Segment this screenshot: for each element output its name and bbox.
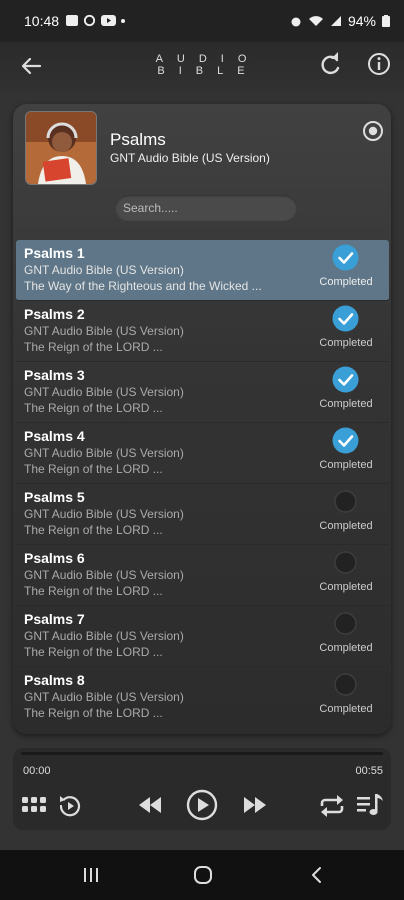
signal-icon	[330, 16, 341, 26]
chapter-description: The Reign of the LORD ...	[24, 645, 163, 659]
book-cover-image	[25, 111, 97, 185]
check-circle-icon[interactable]	[332, 305, 359, 332]
grid-menu-icon[interactable]	[20, 794, 48, 820]
chapter-status: Completed	[319, 398, 373, 410]
check-circle-icon[interactable]	[332, 427, 359, 454]
refresh-icon[interactable]	[316, 51, 344, 79]
dot-icon	[121, 18, 125, 23]
chapter-title: Psalms 3	[24, 367, 85, 383]
chapter-status: Completed	[319, 276, 373, 288]
replay-icon[interactable]	[56, 792, 84, 820]
progress-bar[interactable]	[21, 752, 383, 755]
current-time: 00:00	[23, 765, 51, 777]
chapter-status: Completed	[319, 642, 373, 654]
play-icon[interactable]	[185, 788, 219, 822]
chapter-version: GNT Audio Bible (US Version)	[24, 629, 184, 643]
back-arrow-icon[interactable]	[18, 52, 46, 80]
radio-target-icon[interactable]	[362, 120, 384, 142]
gallery-icon	[66, 15, 78, 26]
chapter-row[interactable]: Psalms 1 GNT Audio Bible (US Version) The …	[16, 240, 389, 301]
total-time: 00:55	[355, 765, 383, 777]
search-input[interactable]	[115, 195, 297, 221]
alarm-icon	[291, 17, 301, 27]
audio-player: 00:00 00:55	[13, 748, 391, 830]
battery-text: 94%	[347, 13, 376, 29]
chapter-version: GNT Audio Bible (US Version)	[24, 385, 184, 399]
fast-forward-icon[interactable]	[241, 793, 269, 817]
chapter-description: The Reign of the LORD ...	[24, 340, 163, 354]
book-title: Psalms	[110, 130, 166, 149]
chapter-version: GNT Audio Bible (US Version)	[24, 324, 184, 338]
chapter-status: Completed	[319, 520, 373, 532]
chapter-version: GNT Audio Bible (US Version)	[24, 690, 184, 704]
chapter-row[interactable]: Psalms 6 GNT Audio Bible (US Version) The …	[16, 545, 389, 606]
sync-icon	[83, 14, 96, 27]
chapter-status: Completed	[319, 581, 373, 593]
youtube-icon	[101, 15, 116, 26]
chapter-description: The Reign of the LORD ...	[24, 706, 163, 720]
chapter-version: GNT Audio Bible (US Version)	[24, 446, 184, 460]
chapter-card: Psalms GNT Audio Bible (US Version) Psal…	[13, 104, 391, 734]
chapter-description: The Reign of the LORD ...	[24, 462, 163, 476]
chapter-version: GNT Audio Bible (US Version)	[24, 507, 184, 521]
chapter-title: Psalms 6	[24, 550, 85, 566]
chapter-title: Psalms 5	[24, 489, 85, 505]
app-title: AUDIO BIBLE	[155, 53, 261, 77]
empty-circle-icon[interactable]	[332, 610, 359, 637]
chapter-status: Completed	[319, 703, 373, 715]
empty-circle-icon[interactable]	[332, 549, 359, 576]
chapter-description: The Reign of the LORD ...	[24, 584, 163, 598]
recent-apps-icon[interactable]	[79, 864, 103, 886]
battery-icon	[382, 15, 390, 27]
chapter-row[interactable]: Psalms 2 GNT Audio Bible (US Version) The …	[16, 301, 389, 362]
chapter-list: Psalms 1 GNT Audio Bible (US Version) The …	[16, 240, 389, 728]
chapter-title: Psalms 2	[24, 306, 85, 322]
chapter-title: Psalms 7	[24, 611, 85, 627]
empty-circle-icon[interactable]	[332, 671, 359, 698]
home-icon[interactable]	[191, 864, 215, 886]
info-icon[interactable]	[365, 50, 393, 78]
status-time: 10:48	[24, 13, 60, 29]
app-header: AUDIO BIBLE	[0, 42, 404, 92]
book-version: GNT Audio Bible (US Version)	[110, 151, 270, 165]
system-nav-bar	[0, 850, 404, 900]
check-circle-icon[interactable]	[332, 366, 359, 393]
chapter-version: GNT Audio Bible (US Version)	[24, 568, 184, 582]
back-nav-icon[interactable]	[305, 864, 329, 886]
status-bar: 10:48 94%	[0, 0, 404, 42]
chapter-description: The Reign of the LORD ...	[24, 523, 163, 537]
check-circle-icon[interactable]	[332, 244, 359, 271]
repeat-icon[interactable]	[317, 792, 347, 820]
chapter-row[interactable]: Psalms 8 GNT Audio Bible (US Version) The …	[16, 667, 389, 728]
chapter-title: Psalms 1	[24, 245, 85, 261]
chapter-status: Completed	[319, 337, 373, 349]
chapter-row[interactable]: Psalms 5 GNT Audio Bible (US Version) The …	[16, 484, 389, 545]
empty-circle-icon[interactable]	[332, 488, 359, 515]
wifi-icon	[308, 16, 323, 26]
playlist-icon[interactable]	[355, 790, 385, 820]
chapter-title: Psalms 8	[24, 672, 85, 688]
chapter-row[interactable]: Psalms 7 GNT Audio Bible (US Version) The …	[16, 606, 389, 667]
chapter-status: Completed	[319, 459, 373, 471]
chapter-title: Psalms 4	[24, 428, 85, 444]
chapter-row[interactable]: Psalms 3 GNT Audio Bible (US Version) The …	[16, 362, 389, 423]
chapter-description: The Way of the Righteous and the Wicked …	[24, 279, 262, 293]
chapter-description: The Reign of the LORD ...	[24, 401, 163, 415]
chapter-row[interactable]: Psalms 4 GNT Audio Bible (US Version) The …	[16, 423, 389, 484]
rewind-icon[interactable]	[136, 793, 164, 817]
chapter-version: GNT Audio Bible (US Version)	[24, 263, 184, 277]
